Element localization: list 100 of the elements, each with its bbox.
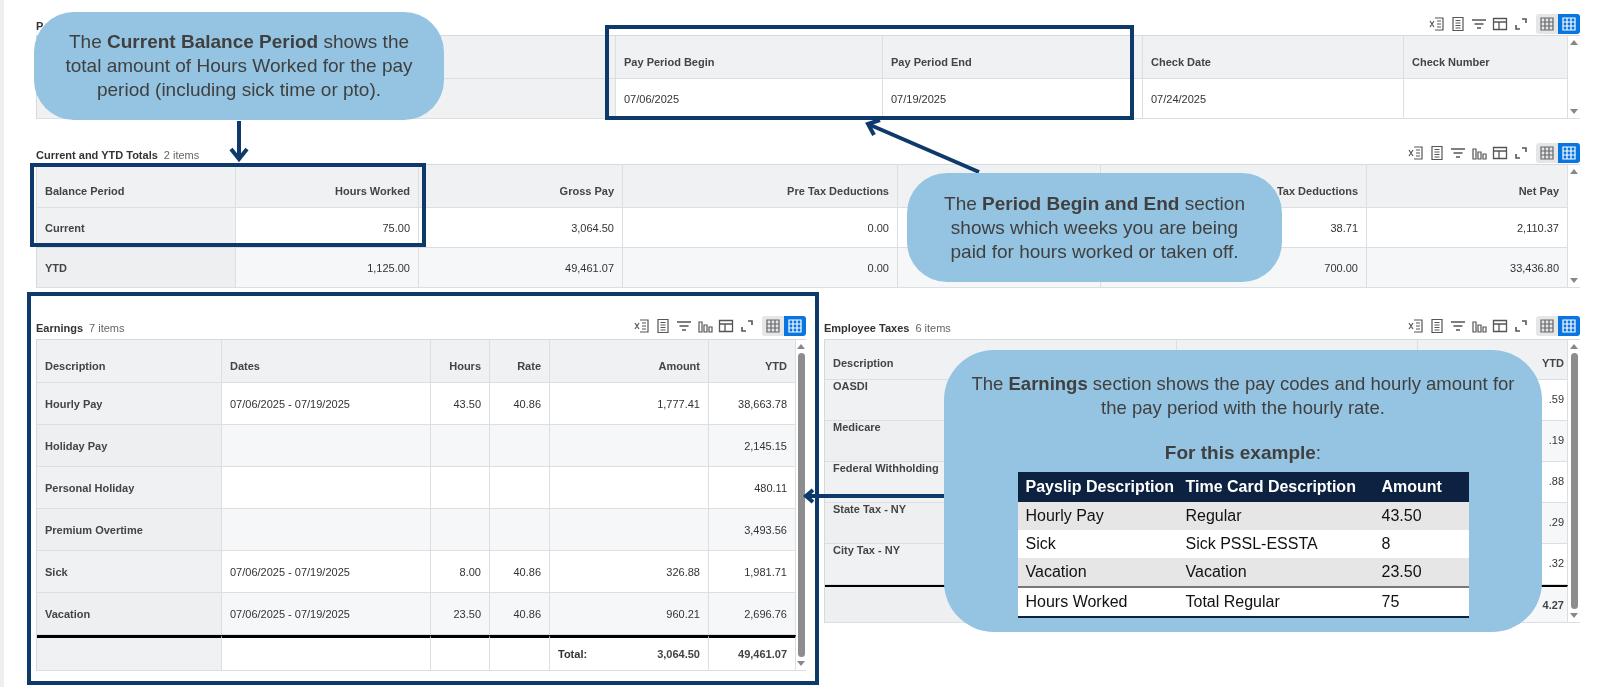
table-title: Earnings [36, 322, 84, 334]
column-header: Gross Pay [419, 165, 623, 208]
table-cell: 07/06/2025 - 07/19/2025 [222, 551, 431, 593]
column-header: Net Pay [1367, 165, 1568, 208]
table-cell: Hourly Pay [1017, 502, 1178, 530]
column-header: Check Date [1143, 36, 1404, 79]
grid-view-button[interactable] [762, 316, 784, 336]
table-cell: 0.00 [623, 208, 898, 248]
table-cell: 23.50 [431, 593, 490, 635]
bar-chart-icon[interactable] [1471, 318, 1487, 334]
column-header: Check Number [1404, 36, 1568, 79]
table-cell: 1,777.41 [550, 383, 709, 425]
table-cell: 3,064.50 [419, 208, 623, 248]
table-cell: 8.00 [431, 551, 490, 593]
grid-view-button[interactable] [1536, 143, 1558, 163]
fullscreen-icon[interactable] [1513, 16, 1529, 32]
grid-view-button[interactable] [1558, 143, 1580, 163]
table-cell: Premium Overtime [37, 509, 222, 551]
table-cell: Vacation [37, 593, 222, 635]
table-cell: Sick [37, 551, 222, 593]
table-cell: Holiday Pay [37, 425, 222, 467]
export-icon[interactable] [1408, 318, 1424, 334]
export-icon[interactable] [634, 318, 650, 334]
table-cell: 49,461.07 [709, 635, 796, 671]
table-cell: Regular [1177, 502, 1374, 530]
item-count: 7 items [89, 322, 125, 334]
table-title: P [36, 20, 44, 32]
table-cell: 33,436.80 [1367, 248, 1568, 288]
column-header: Payslip Description [1017, 472, 1178, 502]
table-cell: Hours Worked [1017, 586, 1178, 616]
table-cell [431, 425, 490, 467]
arrow [229, 121, 249, 163]
grid-view-button[interactable] [1536, 316, 1558, 336]
export-icon[interactable] [1408, 145, 1424, 161]
table-cell: 1,125.00 [236, 248, 419, 288]
filter-icon[interactable] [1450, 145, 1466, 161]
export-icon[interactable] [1429, 16, 1445, 32]
table-cell: 40.86 [490, 551, 550, 593]
column-header: Time Card Description [1177, 472, 1374, 502]
table-cell [431, 467, 490, 509]
table-cell: 07/24/2025 [1143, 79, 1404, 119]
columns-icon[interactable] [1492, 16, 1508, 32]
table-cell: 8 [1373, 530, 1469, 558]
columns-icon[interactable] [1492, 145, 1508, 161]
document-icon[interactable] [1429, 145, 1445, 161]
table-cell [490, 467, 550, 509]
table-cell [490, 425, 550, 467]
column-header: YTD [709, 340, 796, 383]
table-cell: Total Regular [1177, 586, 1374, 616]
total-value: 3,064.50 [657, 648, 700, 660]
table-cell: 38,663.78 [709, 383, 796, 425]
grid-view-button[interactable] [1558, 14, 1580, 34]
column-header: Hours Worked [236, 165, 419, 208]
table-cell: 75 [1373, 586, 1469, 616]
column-header: Pre Tax Deductions [623, 165, 898, 208]
table-cell: Vacation [1177, 558, 1374, 586]
table-cell: Sick [1017, 530, 1178, 558]
grid-view-button[interactable] [784, 316, 806, 336]
columns-icon[interactable] [1492, 318, 1508, 334]
bar-chart-icon[interactable] [1471, 145, 1487, 161]
item-count: 6 items [915, 322, 951, 334]
table-cell: 23.50 [1373, 558, 1469, 586]
columns-icon[interactable] [718, 318, 734, 334]
table-cell [431, 509, 490, 551]
table-cell: 07/06/2025 - 07/19/2025 [222, 593, 431, 635]
filter-icon[interactable] [1471, 16, 1487, 32]
callout-text: The Current Balance Period shows the total amount of Hours Worked for the pay period (including sick time or pto). [64, 30, 414, 102]
filter-icon[interactable] [676, 318, 692, 334]
column-header: Balance Period [37, 165, 236, 208]
fullscreen-icon[interactable] [1513, 318, 1529, 334]
table-cell: 0.00 [623, 248, 898, 288]
table-cell: 49,461.07 [419, 248, 623, 288]
table-cell: 75.00 [236, 208, 419, 248]
column-header: Hours [431, 340, 490, 383]
column-header: Rate [490, 340, 550, 383]
table-cell: 40.86 [490, 383, 550, 425]
table-cell: 43.50 [431, 383, 490, 425]
table-cell: Current [37, 208, 236, 248]
table-cell: 2,110.37 [1367, 208, 1568, 248]
table-cell: YTD [37, 248, 236, 288]
table-cell: 3,493.56 [709, 509, 796, 551]
filter-icon[interactable] [1450, 318, 1466, 334]
fullscreen-icon[interactable] [1513, 145, 1529, 161]
bar-chart-icon[interactable] [697, 318, 713, 334]
table-cell: 480.11 [709, 467, 796, 509]
table-cell: Hourly Pay [37, 383, 222, 425]
table-cell: 960.21 [550, 593, 709, 635]
document-icon[interactable] [1429, 318, 1445, 334]
document-icon[interactable] [1450, 16, 1466, 32]
table-cell: 2,696.76 [709, 593, 796, 635]
grid-view-button[interactable] [1536, 14, 1558, 34]
table-cell: Vacation [1017, 558, 1178, 586]
table-cell: 1,981.71 [709, 551, 796, 593]
fullscreen-icon[interactable] [739, 318, 755, 334]
table-cell: Sick PSSL-ESSTA [1177, 530, 1374, 558]
table-cell [431, 635, 490, 671]
table-title: Employee Taxes [824, 322, 910, 334]
column-header: Dates [222, 340, 431, 383]
document-icon[interactable] [655, 318, 671, 334]
grid-view-button[interactable] [1558, 316, 1580, 336]
